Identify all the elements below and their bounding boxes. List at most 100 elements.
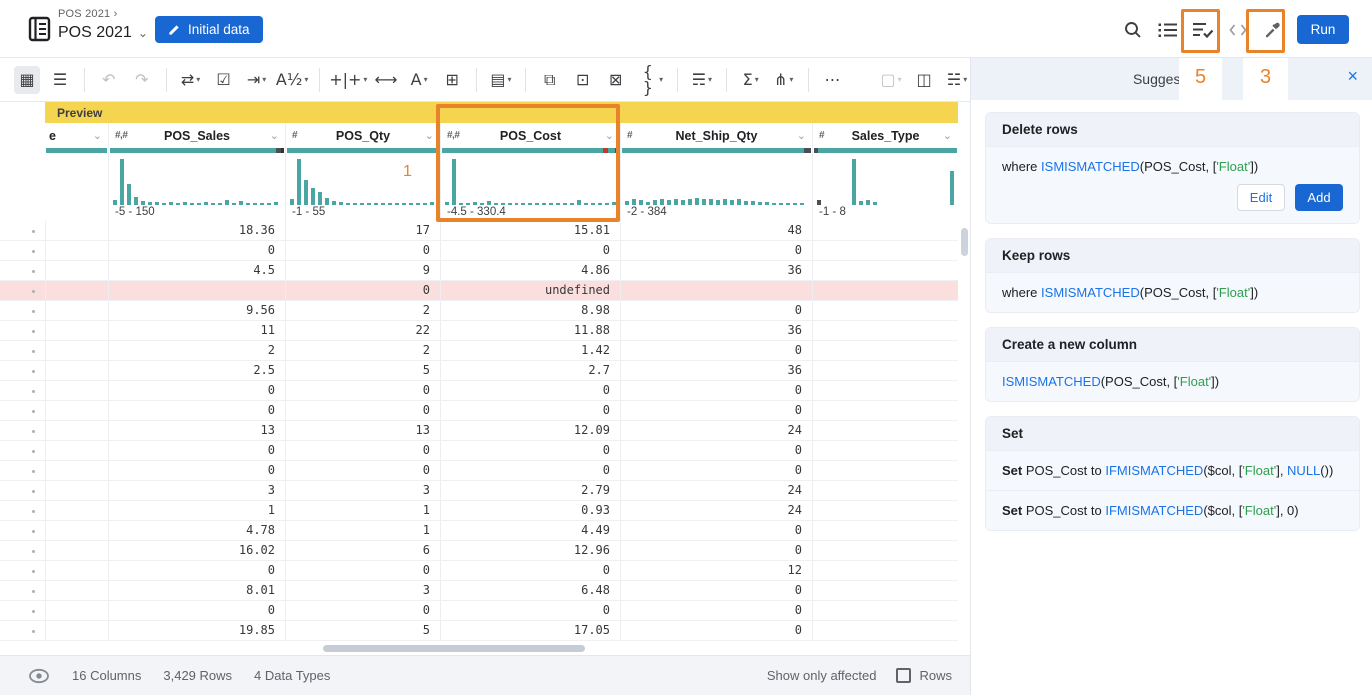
table-cell[interactable]: 0: [440, 601, 620, 620]
table-cell[interactable]: 6.48: [440, 581, 620, 600]
table-cell[interactable]: [812, 581, 958, 600]
table-cell[interactable]: 2.5: [108, 361, 285, 380]
row-view-icon[interactable]: ☰: [47, 66, 73, 94]
table-cell[interactable]: 0: [108, 241, 285, 260]
column-header[interactable]: #,#POS_Cost⌄: [441, 123, 620, 148]
table-cell[interactable]: 0: [620, 521, 812, 540]
table-cell[interactable]: 11: [108, 321, 285, 340]
table-cell[interactable]: [812, 541, 958, 560]
table-cell[interactable]: 0: [440, 401, 620, 420]
table-cell[interactable]: [45, 501, 108, 520]
table-row[interactable]: 0000: [0, 241, 958, 261]
table-cell[interactable]: 1.42: [440, 341, 620, 360]
table-cell[interactable]: [812, 481, 958, 500]
table-cell[interactable]: 6: [285, 541, 440, 560]
value-histogram[interactable]: [286, 155, 440, 206]
chevron-down-icon[interactable]: ⌄: [797, 129, 806, 142]
chevron-down-icon[interactable]: ⌄: [270, 129, 279, 142]
table-cell[interactable]: [45, 601, 108, 620]
undo-icon[interactable]: ↶: [96, 66, 122, 94]
table-cell[interactable]: 0: [620, 461, 812, 480]
table-row[interactable]: 110.9324: [0, 501, 958, 521]
table-cell[interactable]: 0: [620, 381, 812, 400]
table-cell[interactable]: 19.85: [108, 621, 285, 640]
chevron-down-icon[interactable]: ⌄: [605, 129, 614, 142]
table-cell[interactable]: [812, 241, 958, 260]
table-cell[interactable]: 1: [108, 501, 285, 520]
table-row[interactable]: 332.7924: [0, 481, 958, 501]
table-cell[interactable]: [45, 561, 108, 580]
table-cell[interactable]: 24: [620, 421, 812, 440]
table-cell[interactable]: 0: [108, 461, 285, 480]
fill-values-icon[interactable]: ⊞: [439, 66, 465, 94]
table-cell[interactable]: 8.01: [108, 581, 285, 600]
value-histogram[interactable]: [109, 155, 285, 206]
table-cell[interactable]: [812, 221, 958, 240]
table-cell[interactable]: [45, 321, 108, 340]
horizontal-scrollbar[interactable]: [323, 645, 585, 652]
table-cell[interactable]: [812, 281, 958, 300]
table-cell[interactable]: 12: [620, 561, 812, 580]
function-link[interactable]: NULL: [1287, 463, 1320, 478]
table-cell[interactable]: [812, 421, 958, 440]
initial-data-button[interactable]: Initial data: [155, 16, 263, 43]
column-header[interactable]: #,#POS_Sales⌄: [109, 123, 285, 148]
selection-mode-icon[interactable]: ▢▾: [878, 66, 904, 94]
eyedropper-icon[interactable]: [1260, 17, 1286, 43]
transpose-table-icon[interactable]: ⧉: [537, 66, 563, 94]
table-cell[interactable]: [812, 521, 958, 540]
table-row[interactable]: 0000: [0, 601, 958, 621]
table-cell[interactable]: 0: [440, 461, 620, 480]
table-row[interactable]: 0000: [0, 461, 958, 481]
table-cell[interactable]: 48: [620, 221, 812, 240]
suggestion-item[interactable]: where ISMISMATCHED(POS_Cost, ['Float']): [986, 272, 1359, 312]
table-cell[interactable]: 0.93: [440, 501, 620, 520]
table-cell[interactable]: 0: [620, 401, 812, 420]
table-row[interactable]: 19.85517.050: [0, 621, 958, 641]
table-cell[interactable]: 2.79: [440, 481, 620, 500]
chevron-down-icon[interactable]: ⌄: [138, 26, 148, 40]
table-cell[interactable]: 4.5: [108, 261, 285, 280]
table-cell[interactable]: [45, 381, 108, 400]
table-cell[interactable]: [45, 241, 108, 260]
table-cell[interactable]: 13: [285, 421, 440, 440]
quality-bar[interactable]: [441, 148, 620, 155]
table-cell[interactable]: 0: [285, 561, 440, 580]
table-cell[interactable]: 0: [285, 461, 440, 480]
function-link[interactable]: ISMISMATCHED: [1041, 159, 1140, 174]
view-settings-icon[interactable]: ☵▾: [944, 66, 970, 94]
move-column-icon[interactable]: ⇥▾: [244, 66, 270, 94]
table-cell[interactable]: 4.86: [440, 261, 620, 280]
vertical-scrollbar[interactable]: [961, 228, 968, 256]
table-cell[interactable]: [812, 261, 958, 280]
table-row[interactable]: 0undefined: [0, 281, 958, 301]
add-button[interactable]: Add: [1295, 184, 1343, 211]
table-cell[interactable]: 0: [620, 581, 812, 600]
table-cell[interactable]: [812, 301, 958, 320]
table-cell[interactable]: [812, 321, 958, 340]
table-cell[interactable]: 2: [285, 341, 440, 360]
rows-checkbox[interactable]: [896, 668, 911, 683]
table-cell[interactable]: [45, 441, 108, 460]
run-button[interactable]: Run: [1297, 15, 1349, 44]
column-header[interactable]: #Net_Ship_Qty⌄: [621, 123, 812, 148]
table-cell[interactable]: 22: [285, 321, 440, 340]
suggestion-item[interactable]: Set POS_Cost to IFMISMATCHED($col, ['Flo…: [986, 490, 1359, 530]
sort-format-icon[interactable]: A½▾: [277, 66, 308, 94]
aggregate-icon[interactable]: Σ▾: [738, 66, 764, 94]
table-row[interactable]: 9.5628.980: [0, 301, 958, 321]
table-cell[interactable]: [812, 601, 958, 620]
table-cell[interactable]: [45, 481, 108, 500]
table-cell[interactable]: 12.96: [440, 541, 620, 560]
table-cell[interactable]: [45, 341, 108, 360]
table-cell[interactable]: 0: [440, 441, 620, 460]
table-cell[interactable]: 0: [620, 441, 812, 460]
table-cell[interactable]: 36: [620, 321, 812, 340]
suggestion-item[interactable]: where ISMISMATCHED(POS_Cost, ['Float'])E…: [986, 146, 1359, 223]
group-rows-icon[interactable]: ▤▾: [488, 66, 514, 94]
suggestion-item[interactable]: ISMISMATCHED(POS_Cost, ['Float']): [986, 361, 1359, 401]
table-row[interactable]: 221.420: [0, 341, 958, 361]
table-cell[interactable]: [45, 461, 108, 480]
table-row[interactable]: 0000: [0, 441, 958, 461]
table-cell[interactable]: [812, 361, 958, 380]
